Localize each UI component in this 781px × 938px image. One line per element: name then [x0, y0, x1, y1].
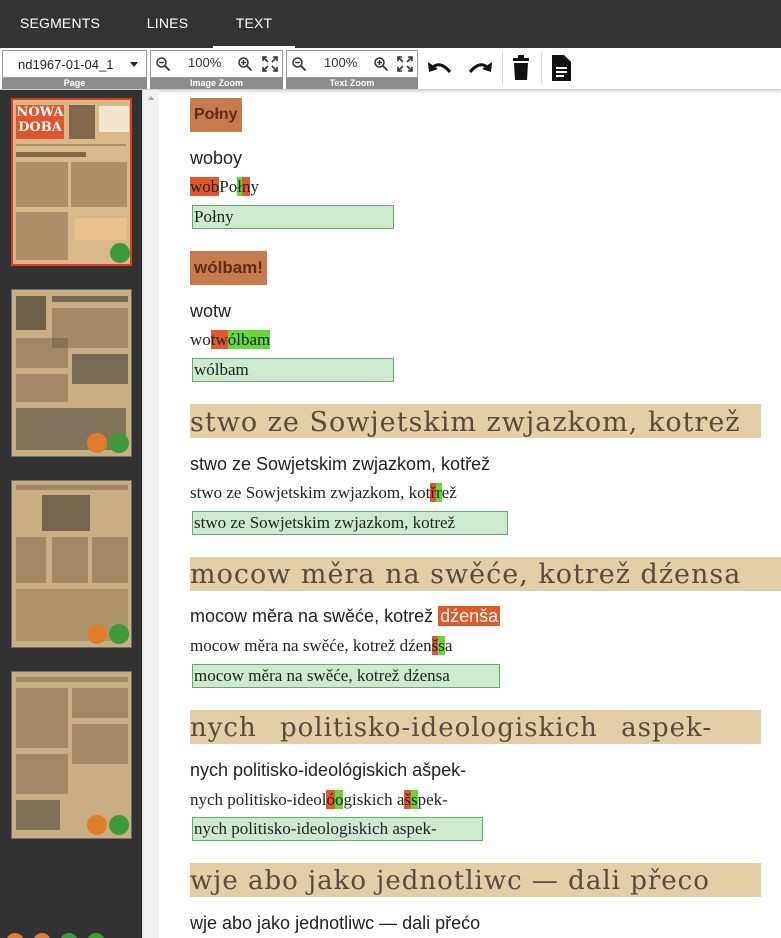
ground-truth-input[interactable]: wólbam — [192, 358, 394, 382]
page-select[interactable]: nd1967-01-04_1 — [2, 50, 147, 78]
status-dot — [60, 933, 78, 938]
line-image: stwo ze Sowjetskim zwjazkom, kotrež — [190, 404, 761, 438]
diff-text: nych politisko-ideolóogiskich ašspek- — [190, 790, 448, 809]
page-thumbnail[interactable] — [11, 289, 132, 457]
ocr-text: woboy — [190, 148, 243, 168]
zoom-out-icon[interactable] — [155, 56, 171, 72]
fit-screen-icon[interactable] — [261, 55, 279, 73]
zoom-in-icon[interactable] — [373, 56, 389, 72]
line-image: Połny — [190, 98, 242, 132]
top-tab-bar: SEGMENTS LINES TEXT — [0, 0, 781, 48]
diff-text: stwo ze Sowjetskim zwjazkom, kotřrež — [190, 483, 457, 502]
page-thumbnail[interactable] — [11, 480, 132, 648]
tab-text[interactable]: TEXT — [213, 0, 295, 48]
scrollbar[interactable] — [142, 90, 159, 938]
ocr-text: nych politisko-ideológiskich ašpek- — [190, 760, 467, 780]
text-zoom-control: 100% — [286, 50, 418, 78]
thumbnail-masthead: NOWA DOBA — [16, 105, 64, 139]
status-dot — [33, 933, 51, 938]
diff-text: wobPołny — [190, 177, 259, 196]
ground-truth-input[interactable]: Połny — [192, 205, 394, 229]
ground-truth-input[interactable]: mocow měra na swěće, kotrež dźensa — [192, 664, 500, 688]
status-dot — [87, 933, 105, 938]
zoom-out-icon[interactable] — [291, 56, 307, 72]
ocr-text: mocow měra na swěće, kotrež dźenša — [190, 606, 501, 626]
undo-icon[interactable] — [426, 57, 454, 81]
image-zoom-control: 100% — [150, 50, 283, 78]
page-thumbnail[interactable]: NOWA DOBA — [11, 98, 132, 266]
ground-truth-input[interactable]: nych politisko-ideologiskich aspek- — [192, 817, 483, 841]
scroll-up-icon[interactable] — [148, 96, 154, 100]
page-select-value: nd1967-01-04_1 — [18, 57, 114, 72]
tab-lines[interactable]: LINES — [125, 0, 210, 48]
diff-text: mocow měra na swěće, kotrež dźenšsa — [190, 636, 453, 655]
text-zoom-value: 100% — [324, 55, 358, 70]
toolbar-divider — [541, 52, 542, 84]
toolbar-divider — [502, 52, 503, 84]
lock-icon — [87, 624, 107, 644]
ocr-text: stwo ze Sowjetskim zwjazkom, kotřež — [190, 454, 491, 474]
ground-truth-input[interactable]: stwo ze Sowjetskim zwjazkom, kotrež — [192, 511, 508, 535]
line-image: wje abo jako jednotliwc — dali přeco — [190, 863, 761, 897]
fit-screen-icon[interactable] — [396, 55, 414, 73]
line-image: mocow měra na swěće, kotrež dźensa — [190, 557, 781, 591]
ocr-text: wje abo jako jednotliwc — dali přećo — [190, 913, 481, 933]
lock-icon — [110, 243, 130, 263]
lock-icon — [87, 433, 107, 453]
lock-icon — [109, 433, 129, 453]
page-thumbnail[interactable] — [11, 671, 132, 839]
line-list: Połny woboy wobPołny Połny wólbam! wotw … — [160, 90, 781, 938]
lock-icon — [109, 624, 129, 644]
text-editor-app: SEGMENTS LINES TEXT nd1967-01-04_1 Page … — [0, 0, 781, 938]
line-image: wólbam! — [190, 251, 267, 285]
page-thumbnail-sidebar: NOWA DOBA — [0, 90, 142, 938]
lock-icon — [87, 815, 107, 835]
ocr-text: wotw — [190, 301, 232, 321]
lock-icon — [109, 815, 129, 835]
chevron-down-icon — [130, 62, 138, 67]
image-zoom-label: Image Zoom — [150, 78, 283, 89]
page-group-label: Page — [2, 78, 147, 89]
toolbar: nd1967-01-04_1 Page 100% Image Zoom 100%… — [0, 48, 781, 90]
diff-text: wotwólbam — [190, 330, 271, 349]
image-zoom-value: 100% — [188, 55, 222, 70]
delete-icon[interactable] — [510, 55, 532, 81]
line-image: nych politisko-ideologiskich aspek- — [190, 710, 761, 744]
document-icon[interactable] — [550, 54, 572, 82]
text-zoom-label: Text Zoom — [286, 78, 418, 89]
zoom-in-icon[interactable] — [237, 56, 253, 72]
redo-icon[interactable] — [466, 57, 494, 81]
status-dot — [6, 933, 24, 938]
tab-segments[interactable]: SEGMENTS — [5, 0, 115, 48]
